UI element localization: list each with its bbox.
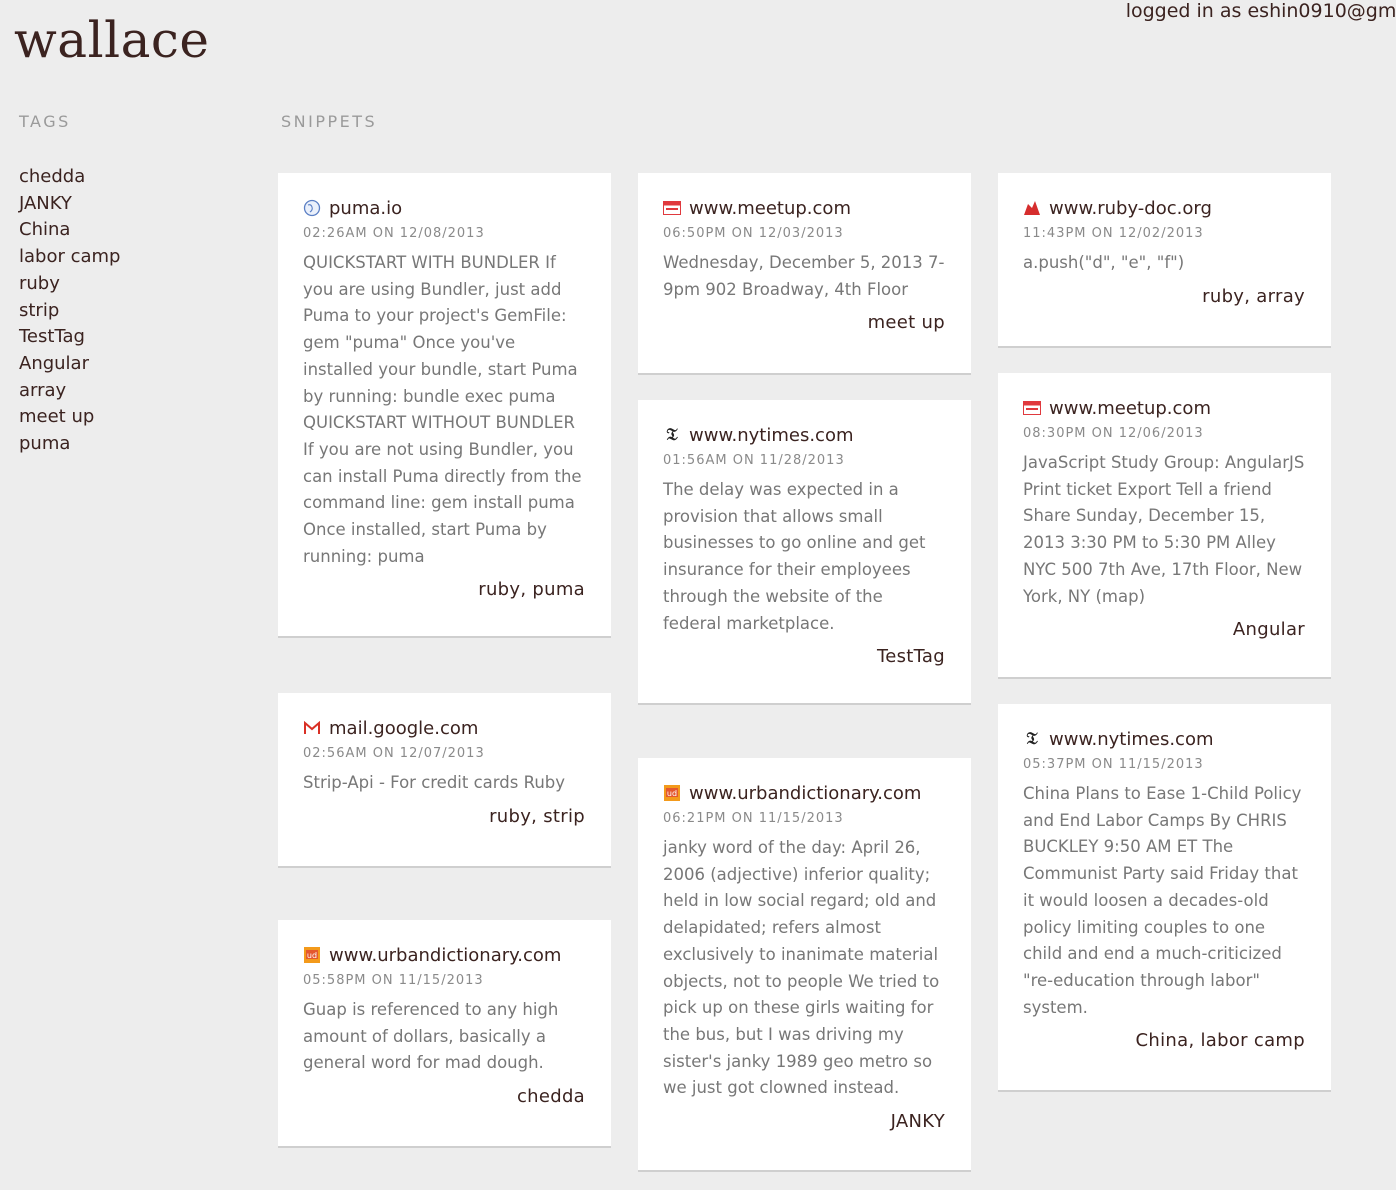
- snippet-card[interactable]: ud www.urbandictionary.com 06:21PM ON 11…: [638, 758, 971, 1172]
- globe-icon: [303, 199, 321, 217]
- snippet-time: 01:56AM ON 11/28/2013: [663, 453, 845, 468]
- snippet-tags[interactable]: chedda: [303, 1086, 585, 1107]
- tag-link[interactable]: meet up: [19, 404, 120, 431]
- meetup-icon: [663, 199, 681, 217]
- snippet-text: janky word of the day: April 26, 2006 (a…: [663, 838, 940, 1098]
- nytimes-icon: 𝔗: [1026, 729, 1038, 749]
- snippet-host[interactable]: www.nytimes.com: [689, 425, 854, 446]
- snippet-time: 06:21PM ON 11/15/2013: [663, 811, 844, 826]
- snippet-tags[interactable]: JANKY: [663, 1111, 945, 1132]
- snippet-card[interactable]: www.meetup.com 06:50PM ON 12/03/2013 Wed…: [638, 173, 971, 375]
- snippet-tags[interactable]: China, labor camp: [1023, 1030, 1305, 1051]
- ruby-doc-icon: [1023, 199, 1041, 217]
- snippet-time: 05:37PM ON 11/15/2013: [1023, 757, 1204, 772]
- snippet-card[interactable]: ud www.urbandictionary.com 05:58PM ON 11…: [278, 920, 611, 1148]
- urbandictionary-icon: ud: [303, 946, 321, 964]
- tag-link[interactable]: JANKY: [19, 191, 120, 218]
- gmail-icon: [303, 719, 321, 737]
- snippet-text: Guap is referenced to any high amount of…: [303, 1000, 559, 1073]
- snippet-card[interactable]: puma.io 02:26AM ON 12/08/2013 QUICKSTART…: [278, 173, 611, 638]
- snippet-tags[interactable]: Angular: [1023, 619, 1305, 640]
- snippet-tags[interactable]: ruby, puma: [303, 579, 585, 600]
- tag-link[interactable]: China: [19, 217, 120, 244]
- snippet-tags[interactable]: ruby, strip: [303, 806, 585, 827]
- snippet-time: 02:26AM ON 12/08/2013: [303, 226, 485, 241]
- tag-link[interactable]: puma: [19, 431, 120, 458]
- snippet-card[interactable]: www.meetup.com 08:30PM ON 12/06/2013 Jav…: [998, 373, 1331, 679]
- snippet-time: 02:56AM ON 12/07/2013: [303, 746, 485, 761]
- urbandictionary-icon: ud: [663, 784, 681, 802]
- tags-heading: TAGS: [19, 112, 71, 131]
- snippet-text: Strip-Api - For credit cards Ruby: [303, 773, 566, 792]
- tag-link[interactable]: Angular: [19, 351, 120, 378]
- snippet-tags[interactable]: ruby, array: [1023, 286, 1305, 307]
- snippet-host[interactable]: mail.google.com: [329, 718, 478, 739]
- snippet-time: 08:30PM ON 12/06/2013: [1023, 426, 1204, 441]
- snippet-card[interactable]: 𝔗 www.nytimes.com 01:56AM ON 11/28/2013 …: [638, 400, 971, 705]
- snippet-card[interactable]: www.ruby-doc.org 11:43PM ON 12/02/2013 a…: [998, 173, 1331, 348]
- meetup-icon: [1023, 399, 1041, 417]
- snippet-text: China Plans to Ease 1-Child Policy and E…: [1023, 784, 1302, 1017]
- snippet-time: 05:58PM ON 11/15/2013: [303, 973, 484, 988]
- nytimes-icon: 𝔗: [666, 425, 678, 445]
- tag-link[interactable]: ruby: [19, 271, 120, 298]
- snippets-heading: SNIPPETS: [281, 112, 378, 131]
- snippet-text: a.push("d", "e", "f"): [1023, 253, 1185, 272]
- login-status: logged in as eshin0910@gma: [1125, 0, 1396, 22]
- snippet-text: The delay was expected in a provision th…: [663, 480, 926, 633]
- tag-link[interactable]: strip: [19, 298, 120, 325]
- snippet-card[interactable]: mail.google.com 02:56AM ON 12/07/2013 St…: [278, 693, 611, 868]
- snippet-host[interactable]: www.urbandictionary.com: [329, 945, 561, 966]
- snippet-time: 11:43PM ON 12/02/2013: [1023, 226, 1204, 241]
- svg-text:ud: ud: [307, 951, 317, 960]
- snippet-host[interactable]: www.meetup.com: [1049, 398, 1211, 419]
- snippet-host[interactable]: www.nytimes.com: [1049, 729, 1214, 750]
- snippet-host[interactable]: puma.io: [329, 198, 402, 219]
- tag-link[interactable]: chedda: [19, 164, 120, 191]
- snippet-host[interactable]: www.urbandictionary.com: [689, 783, 921, 804]
- snippet-card[interactable]: 𝔗 www.nytimes.com 05:37PM ON 11/15/2013 …: [998, 704, 1331, 1092]
- snippet-text: JavaScript Study Group: AngularJS Print …: [1023, 453, 1305, 606]
- tag-list: chedda JANKY China labor camp ruby strip…: [19, 164, 120, 458]
- tag-link[interactable]: TestTag: [19, 324, 120, 351]
- tag-link[interactable]: array: [19, 378, 120, 405]
- snippet-tags[interactable]: meet up: [663, 312, 945, 333]
- tag-link[interactable]: labor camp: [19, 244, 120, 271]
- snippet-text: QUICKSTART WITH BUNDLER If you are using…: [303, 253, 582, 566]
- snippet-time: 06:50PM ON 12/03/2013: [663, 226, 844, 241]
- snippet-host[interactable]: www.ruby-doc.org: [1049, 198, 1212, 219]
- app-logo[interactable]: wallace: [14, 10, 210, 70]
- snippet-tags[interactable]: TestTag: [663, 646, 945, 667]
- snippet-text: Wednesday, December 5, 2013 7-9pm 902 Br…: [663, 253, 945, 299]
- svg-text:ud: ud: [667, 789, 677, 798]
- snippet-host[interactable]: www.meetup.com: [689, 198, 851, 219]
